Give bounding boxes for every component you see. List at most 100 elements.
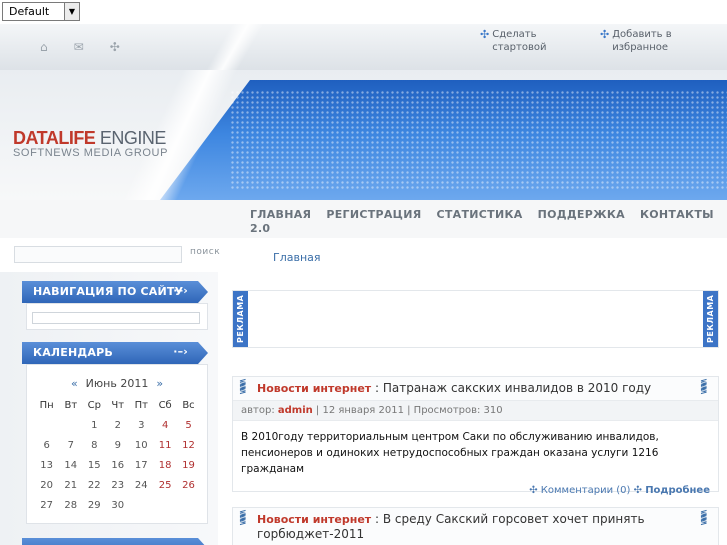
make-start-page-label: Сделать стартовой [492, 29, 547, 53]
make-start-page-link[interactable]: ✣ Сделать стартовой [480, 28, 592, 54]
menu-item-register[interactable]: РЕГИСТРАЦИЯ [326, 208, 421, 221]
weekday: Вт [64, 399, 78, 411]
mail-icon[interactable]: ✉ [74, 40, 84, 54]
search-row: поиск Главная [0, 238, 727, 272]
news-title[interactable]: Патранаж сакских инвалидов в 2010 году [383, 381, 651, 395]
calendar-day: 2 [114, 419, 121, 431]
calendar-day: 8 [91, 439, 98, 451]
weekday: Ср [87, 399, 101, 411]
calendar-day: 24 [134, 479, 148, 491]
news-category[interactable]: Новости интернет [257, 382, 371, 395]
ad-block: РЕКЛАМА РЕКЛАМА [232, 290, 719, 348]
home-icon[interactable]: ⌂ [40, 40, 48, 54]
calendar-day: 12 [182, 439, 195, 451]
news-meta-prefix: автор: [241, 405, 278, 416]
calendar-week: 27 28 29 30 [34, 495, 200, 515]
news-category[interactable]: Новости интернет [257, 513, 371, 526]
menu-item-contacts[interactable]: КОНТАКТЫ [640, 208, 714, 221]
weekday: Вс [182, 399, 195, 411]
skin-select-value: Default [9, 5, 50, 18]
calendar-header: « Июнь 2011 » [34, 377, 200, 390]
calendar-day: 10 [134, 439, 148, 451]
breadcrumb[interactable]: Главная [273, 251, 321, 264]
calendar-day: 15 [87, 459, 101, 471]
nav-field[interactable] [32, 312, 200, 324]
calendar-day: 20 [40, 479, 54, 491]
logo-word-datalife: DATALIFE [13, 128, 96, 148]
calendar-prev[interactable]: « [71, 377, 78, 390]
plus-icon: ✣ [480, 28, 490, 41]
ad-label-right: РЕКЛАМА [703, 291, 718, 347]
news-title-bar: ≶ ≶ ≶ Новости интернет : Патранаж сакских … [233, 377, 718, 400]
add-favorites-label: Добавить в избранное [612, 29, 672, 53]
banner-map-dots [230, 90, 727, 190]
calendar-day: 3 [138, 419, 145, 431]
calendar-day [34, 415, 59, 435]
logo-subtitle: SOFTNEWS MEDIA GROUP [13, 147, 169, 159]
add-favorites-link[interactable]: ✣ Добавить в избранное [600, 28, 712, 54]
news-author[interactable]: admin [278, 405, 313, 416]
news-text: В 2010году территориальным центром Саки … [241, 431, 659, 475]
news-comments-link[interactable]: Комментарии (0) [541, 485, 631, 496]
calendar-day: 26 [182, 479, 195, 491]
zigzag-icon: ≶ ≶ ≶ [700, 509, 708, 527]
calendar-day: 25 [158, 479, 172, 491]
calendar-day: 23 [111, 479, 125, 491]
calendar-day: 1 [91, 419, 98, 431]
calendar-week: 20 21 22 23 24 25 26 [34, 475, 200, 495]
ad-label-left: РЕКЛАМА [233, 291, 248, 347]
plus-icon: ✣ [529, 485, 541, 496]
news-title-sep: : [371, 381, 383, 395]
calendar-day: 5 [185, 419, 192, 431]
calendar-day: 16 [111, 459, 125, 471]
calendar-day: 14 [64, 459, 78, 471]
zigzag-icon: ≶ ≶ ≶ [239, 509, 247, 527]
arrow-right-icon: ·–› [173, 284, 188, 297]
weekday: Пн [39, 399, 54, 411]
calendar-next[interactable]: » [156, 377, 163, 390]
top-bar: Default ▼ [0, 0, 727, 24]
plus-icon: ✣ [633, 485, 646, 496]
calendar-day [129, 495, 153, 515]
calendar-day [153, 495, 177, 515]
calendar-day: 29 [87, 499, 101, 511]
menu-item-home[interactable]: ГЛАВНАЯ [250, 208, 311, 221]
search-input[interactable] [14, 246, 182, 263]
site-logo[interactable]: DATALIFE ENGINE SOFTNEWS MEDIA GROUP [13, 128, 168, 159]
header-links: ✣ Сделать стартовой ✣ Добавить в избранн… [480, 28, 712, 54]
weekday: Пт [134, 399, 148, 411]
calendar-day [59, 415, 82, 435]
calendar-grid: Пн Вт Ср Чт Пт Сб Вс 12345 6 7 8 9 10 11 12 13… [34, 395, 200, 515]
calendar-week: 13 14 15 16 17 18 19 [34, 455, 200, 475]
nav-block-header[interactable]: НАВИГАЦИЯ ПО САЙТУ ·–› [22, 281, 208, 303]
calendar-day: 9 [114, 439, 121, 451]
decorative-stripe [170, 24, 300, 70]
news-item: ≶ ≶ ≶ Новости интернет : В среду Сакский г… [232, 507, 719, 545]
menu-item-stats[interactable]: СТАТИСТИКА [436, 208, 522, 221]
calendar-day: 17 [134, 459, 148, 471]
banner: DATALIFE ENGINE SOFTNEWS MEDIA GROUP [0, 70, 727, 200]
skin-select[interactable]: Default ▼ [2, 2, 80, 21]
calendar-block-header[interactable]: КАЛЕНДАРЬ ·–› [22, 342, 208, 364]
plus-icon: ✣ [600, 28, 610, 41]
news-more-link[interactable]: Подробнее [645, 485, 710, 496]
arrow-right-icon: ·–› [173, 345, 188, 358]
chevron-down-icon[interactable]: ▼ [64, 3, 79, 20]
main-menu: ГЛАВНАЯ РЕГИСТРАЦИЯ СТАТИСТИКА ПОДДЕРЖКА КОН… [250, 208, 714, 236]
news-title-bar: ≶ ≶ ≶ Новости интернет : В среду Сакский г… [233, 508, 718, 545]
main-menu-bar: ГЛАВНАЯ РЕГИСТРАЦИЯ СТАТИСТИКА ПОДДЕРЖКА КОН… [0, 200, 727, 238]
calendar-day: 7 [67, 439, 74, 451]
logo-title: DATALIFE ENGINE [13, 128, 168, 149]
calendar-day: 13 [40, 459, 54, 471]
sitemap-icon[interactable]: ✣ [110, 40, 120, 54]
menu-item-support[interactable]: ПОДДЕРЖКА [538, 208, 625, 221]
weekday: Сб [158, 399, 172, 411]
sidebar-block-header-next [22, 538, 208, 545]
calendar-day: 27 [40, 499, 54, 511]
calendar-day: 28 [64, 499, 78, 511]
logo-word-engine: ENGINE [99, 128, 167, 148]
search-button[interactable]: поиск [190, 247, 220, 257]
calendar-week: 6 7 8 9 10 11 12 [34, 435, 200, 455]
zigzag-icon: ≶ ≶ ≶ [700, 378, 708, 396]
calendar-block-title: КАЛЕНДАРЬ [33, 346, 113, 359]
